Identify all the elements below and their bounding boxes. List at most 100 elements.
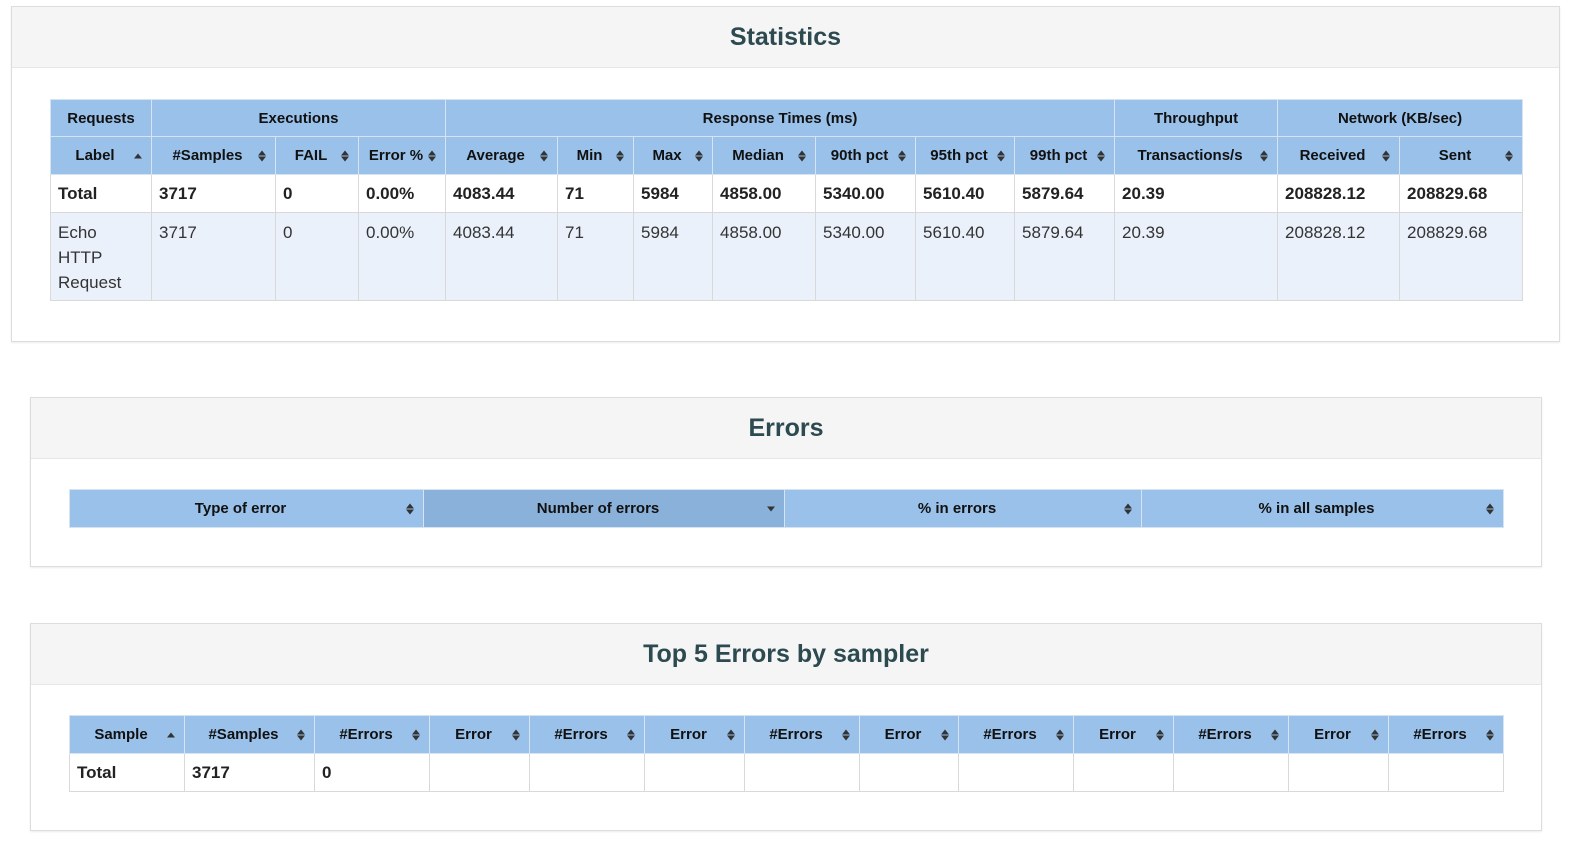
table-cell: 4083.44 [445, 174, 559, 213]
sort-icon [1504, 150, 1514, 161]
sort-asc-icon [133, 153, 143, 158]
group-header-network: Network (KB/sec) [1277, 99, 1524, 137]
column-header-number-of-errors[interactable]: Number of errors [423, 489, 785, 528]
sort-icon [1270, 729, 1280, 740]
column-header-text: Label [75, 147, 115, 164]
table-cell: 5879.64 [1014, 212, 1116, 301]
table-cell: 0.00% [357, 174, 447, 213]
errors-title: Errors [31, 398, 1541, 459]
sort-icon [1259, 150, 1269, 161]
table-cell: 3717 [184, 753, 315, 792]
column-header-text: Type of error [194, 500, 287, 517]
column-header-max[interactable]: Max [633, 136, 714, 175]
group-header-requests: Requests [50, 99, 152, 137]
column-header-error[interactable]: Error [429, 715, 530, 754]
column-header-text: Error [670, 726, 707, 743]
group-header-throughput: Throughput [1114, 99, 1279, 137]
column-header-text: Received [1299, 147, 1366, 164]
column-header-samples[interactable]: #Samples [184, 715, 315, 754]
column-header-errors[interactable]: #Errors [744, 715, 860, 754]
table-cell: Total [69, 753, 185, 792]
column-header-average[interactable]: Average [445, 136, 559, 175]
table-cell [644, 753, 745, 792]
column-header-text: Sent [1438, 147, 1472, 164]
table-cell [958, 753, 1074, 792]
table-cell: 208829.68 [1399, 212, 1524, 301]
column-header-text: #Errors [339, 726, 393, 743]
top5-errors-title: Top 5 Errors by sampler [31, 624, 1541, 685]
table-cell: 5984 [633, 212, 714, 301]
column-header-error-pct[interactable]: Error % [357, 136, 447, 175]
column-header-text: % in errors [917, 500, 997, 517]
sort-icon [1055, 729, 1065, 740]
sort-icon [539, 150, 549, 161]
column-header-text: Min [576, 147, 603, 164]
column-header-sample[interactable]: Sample [69, 715, 185, 754]
table-cell [529, 753, 645, 792]
column-header-received[interactable]: Received [1277, 136, 1401, 175]
column-header-text: #Samples [208, 726, 279, 743]
table-cell: 0 [314, 753, 430, 792]
column-header-sent[interactable]: Sent [1399, 136, 1524, 175]
column-header-type-of-error[interactable]: Type of error [69, 489, 424, 528]
sort-icon [626, 729, 636, 740]
table-cell: 208828.12 [1277, 212, 1401, 301]
column-header-text: Error [884, 726, 922, 743]
column-header-text: Median [732, 147, 784, 164]
table-cell [744, 753, 860, 792]
column-header-95th-pct[interactable]: 95th pct [915, 136, 1016, 175]
sort-icon [726, 729, 736, 740]
column-header-error[interactable]: Error [644, 715, 745, 754]
column-header-99th-pct[interactable]: 99th pct [1014, 136, 1116, 175]
table-cell: 5610.40 [915, 174, 1016, 213]
table-row: Echo HTTP Request 3717 0 0.00% 4083.44 7… [50, 212, 1524, 301]
table-cell: 0 [275, 212, 359, 301]
sort-icon [1123, 503, 1133, 514]
column-header-median[interactable]: Median [712, 136, 817, 175]
column-header-min[interactable]: Min [557, 136, 635, 175]
table-cell: Echo HTTP Request [50, 212, 152, 301]
table-cell: 71 [557, 174, 635, 213]
column-header-error[interactable]: Error [859, 715, 959, 754]
column-header-label[interactable]: Label [50, 136, 152, 175]
column-header-errors[interactable]: #Errors [314, 715, 430, 754]
sort-icon [1485, 503, 1495, 514]
column-header-90th-pct[interactable]: 90th pct [815, 136, 917, 175]
table-cell [859, 753, 959, 792]
sort-icon [296, 729, 306, 740]
sort-icon [427, 150, 437, 161]
table-cell [429, 753, 530, 792]
group-header-response-times: Response Times (ms) [445, 99, 1116, 137]
column-header-errors[interactable]: #Errors [1388, 715, 1504, 754]
column-header-errors[interactable]: #Errors [529, 715, 645, 754]
column-header-text: #Samples [172, 147, 243, 164]
table-cell: 3717 [151, 212, 276, 301]
sort-icon [340, 150, 350, 161]
sort-icon [1096, 150, 1106, 161]
sort-icon [1155, 729, 1165, 740]
sort-icon [797, 150, 807, 161]
column-header-text: 90th pct [830, 147, 889, 164]
table-cell [1388, 753, 1504, 792]
column-header-error[interactable]: Error [1288, 715, 1389, 754]
sort-icon [615, 150, 625, 161]
column-header-error[interactable]: Error [1073, 715, 1174, 754]
table-cell: 5340.00 [815, 174, 917, 213]
column-header-errors[interactable]: #Errors [1173, 715, 1289, 754]
top5-errors-table: Sample #Samples #Errors Error #Errors Er… [69, 715, 1504, 792]
table-cell: 20.39 [1114, 212, 1279, 301]
table-cell: 4858.00 [712, 174, 817, 213]
column-header-pct-in-all-samples[interactable]: % in all samples [1141, 489, 1504, 528]
column-header-errors[interactable]: #Errors [958, 715, 1074, 754]
column-header-transactions[interactable]: Transactions/s [1114, 136, 1279, 175]
column-header-text: % in all samples [1258, 500, 1375, 517]
column-header-pct-in-errors[interactable]: % in errors [784, 489, 1142, 528]
table-cell: 208829.68 [1399, 174, 1524, 213]
column-header-text: Error [1099, 726, 1136, 743]
column-header-text: 95th pct [930, 147, 988, 164]
sort-asc-icon [166, 732, 176, 737]
sort-icon [1381, 150, 1391, 161]
column-header-fail[interactable]: FAIL [275, 136, 359, 175]
statistics-title: Statistics [12, 7, 1559, 68]
column-header-samples[interactable]: #Samples [151, 136, 276, 175]
